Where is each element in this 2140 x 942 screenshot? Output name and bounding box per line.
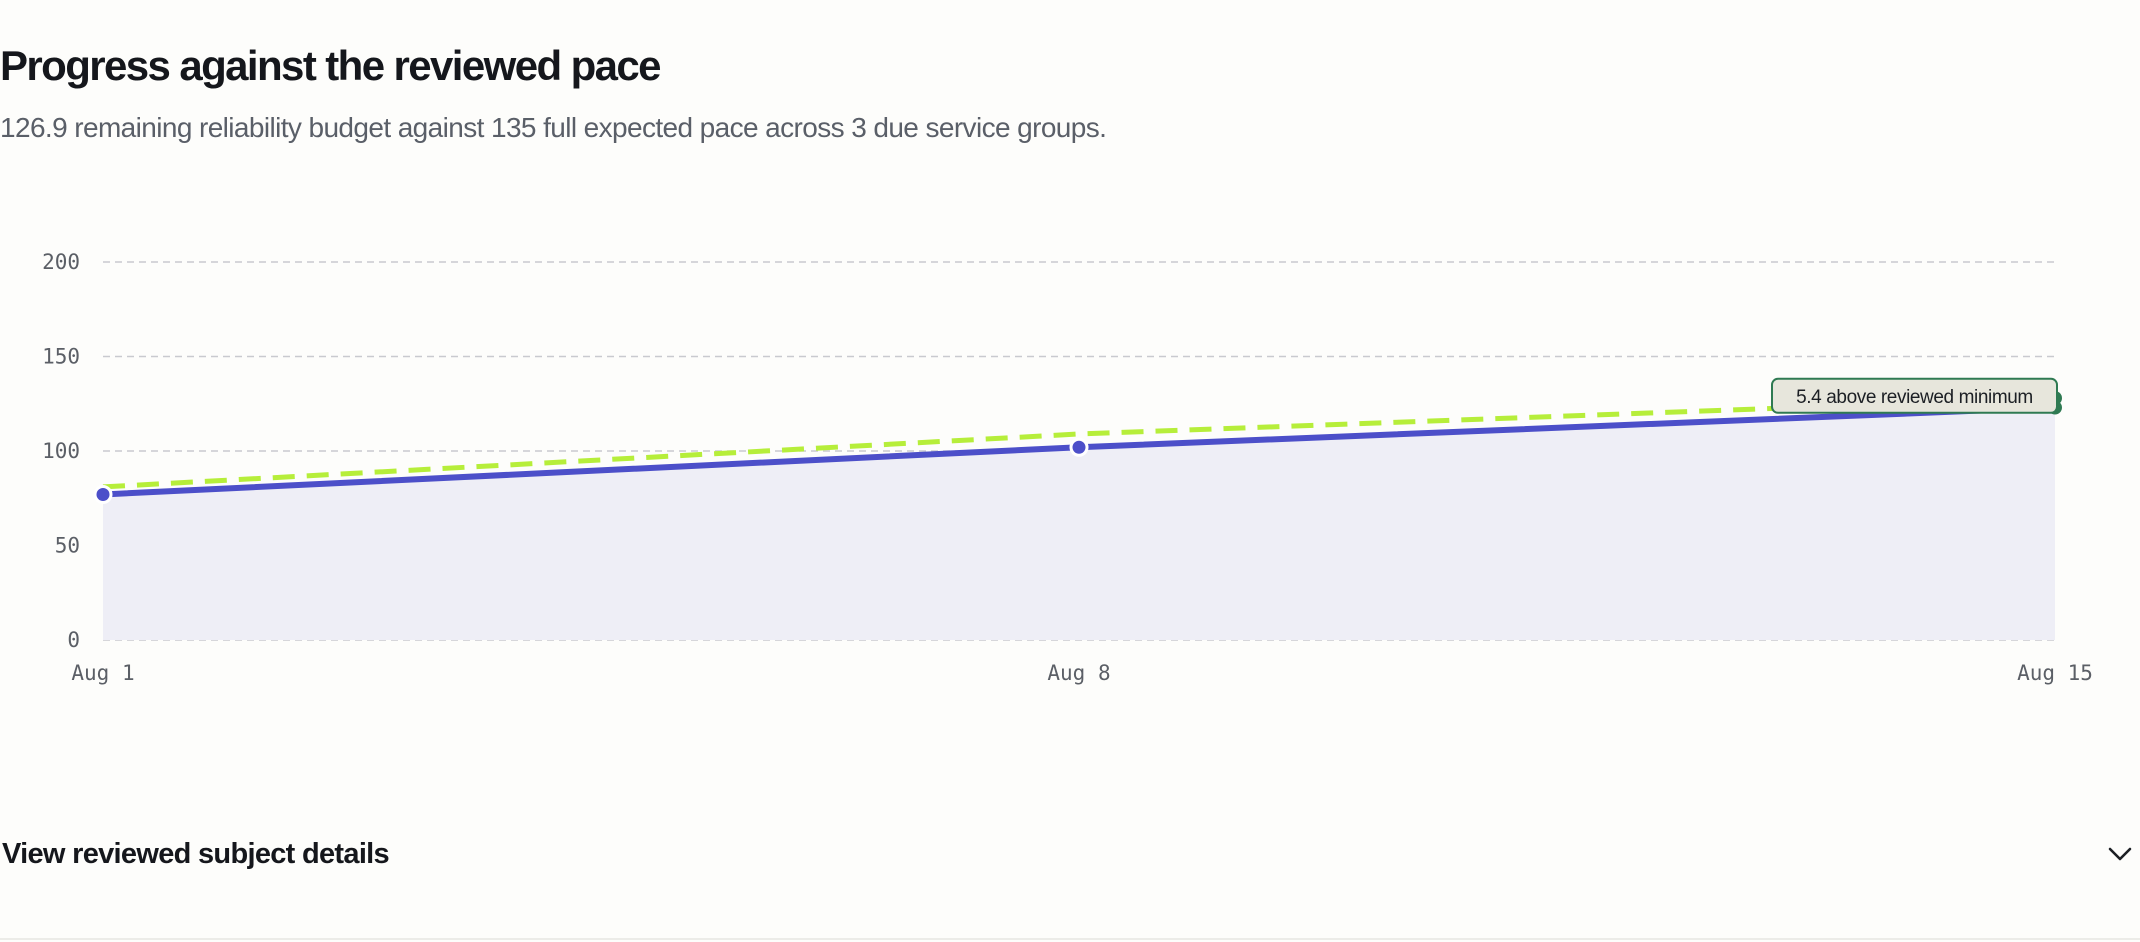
x-tick-label: Aug 1 [71, 661, 134, 685]
bottom-divider [0, 938, 2140, 940]
x-tick-label: Aug 8 [1047, 661, 1110, 685]
details-label: View reviewed subject details [2, 837, 390, 870]
page-title: Progress against the reviewed pace [0, 42, 662, 89]
annotation-layer: 5.4 above reviewed minimum [1771, 377, 2058, 414]
y-tick-label: 150 [42, 345, 80, 369]
y-tick-label: 100 [42, 439, 80, 463]
x-tick-label: Aug 15 [2017, 661, 2093, 685]
details-toggle[interactable]: View reviewed subject details [0, 820, 2140, 888]
annotation-label: 5.4 above reviewed minimum [1796, 387, 2033, 408]
y-tick-label: 200 [42, 250, 80, 274]
chevron-down-icon[interactable] [2100, 834, 2140, 874]
y-tick-label: 0 [67, 628, 80, 652]
y-axis-ticks: 0 50 100 150 200 [42, 250, 80, 652]
page-subtitle: 126.9 remaining reliability budget again… [0, 112, 1107, 143]
actual-data-point [1069, 437, 1089, 457]
actual-data-point [93, 484, 113, 504]
x-axis-ticks: Aug 1 Aug 8 Aug 15 [71, 661, 2093, 685]
progress-chart: 0 50 100 150 200 Aug 1 Aug 8 Aug 15 5.4 above … [42, 250, 2093, 685]
y-tick-label: 50 [55, 534, 80, 558]
